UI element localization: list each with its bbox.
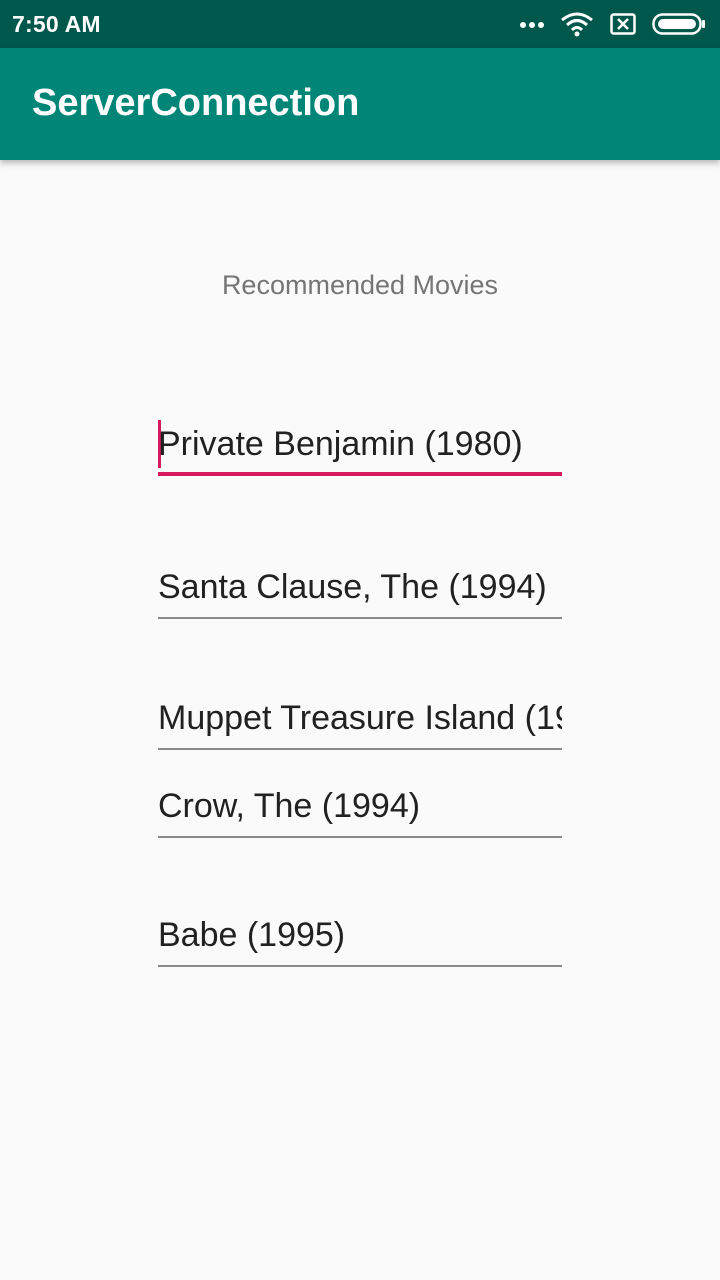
sim-error-icon xyxy=(610,13,636,35)
app-title: ServerConnection xyxy=(32,82,360,124)
wifi-icon xyxy=(560,11,594,37)
movie-field-3[interactable]: Muppet Treasure Island (1996) xyxy=(158,692,562,750)
movie-field-5[interactable]: Babe (1995) xyxy=(158,909,562,967)
movie-title: Private Benjamin (1980) xyxy=(158,425,523,463)
status-bar: 7:50 AM xyxy=(0,0,720,48)
movie-title: Muppet Treasure Island (1996) xyxy=(158,699,562,737)
status-time: 7:50 AM xyxy=(12,11,101,37)
status-icons xyxy=(520,10,706,38)
app-bar: ServerConnection xyxy=(0,48,720,160)
battery-icon xyxy=(652,13,706,35)
movie-field-2[interactable]: Santa Clause, The (1994) xyxy=(158,561,562,619)
movie-title: Crow, The (1994) xyxy=(158,787,421,825)
more-dots-icon xyxy=(520,19,544,29)
movie-field-4[interactable]: Crow, The (1994) xyxy=(158,780,562,838)
recommended-movies-heading: Recommended Movies xyxy=(221,270,499,300)
movie-field-1[interactable]: Private Benjamin (1980) xyxy=(158,418,562,476)
movie-title: Babe (1995) xyxy=(158,916,346,954)
movie-title: Santa Clause, The (1994) xyxy=(158,568,547,606)
